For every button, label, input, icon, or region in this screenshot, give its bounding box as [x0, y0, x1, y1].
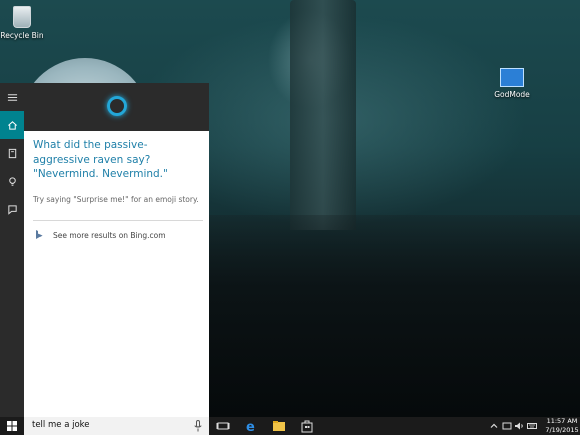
- tower: [290, 0, 356, 230]
- svg-text:e: e: [246, 420, 255, 433]
- desktop-icon-label: GodMode: [494, 90, 530, 99]
- taskbar: tell me a joke e 11:57 AM 7/19/2015: [0, 417, 580, 435]
- file-explorer-icon[interactable]: [272, 419, 286, 433]
- clock[interactable]: 11:57 AM 7/19/2015: [544, 417, 580, 434]
- home-icon: [7, 120, 17, 130]
- windows-logo-icon: [7, 421, 17, 431]
- edge-icon[interactable]: e: [244, 419, 258, 433]
- cortana-icon[interactable]: [107, 96, 127, 116]
- microphone-icon[interactable]: [194, 420, 202, 432]
- cortana-results: What did the passive-aggressive raven sa…: [24, 131, 209, 417]
- keyboard-icon[interactable]: [527, 421, 537, 431]
- hint-text: Try saying "Surprise me!" for an emoji s…: [33, 195, 199, 204]
- clock-time: 11:57 AM: [546, 417, 578, 425]
- cortana-header: [24, 83, 209, 131]
- bing-results-link[interactable]: See more results on Bing.com: [33, 229, 166, 241]
- lightbulb-icon: [8, 176, 16, 186]
- desktop-icon-godmode[interactable]: GodMode: [482, 68, 542, 99]
- recycle-bin-icon: [13, 6, 31, 28]
- chevron-up-icon[interactable]: [489, 421, 499, 431]
- bing-icon: [36, 230, 43, 239]
- task-view-icon[interactable]: [216, 419, 230, 433]
- search-query: tell me a joke: [32, 420, 90, 430]
- menu-button[interactable]: [0, 83, 24, 111]
- store-icon[interactable]: [300, 419, 314, 433]
- search-input[interactable]: tell me a joke: [24, 417, 209, 435]
- control-panel-icon: [500, 68, 524, 87]
- landscape: [209, 215, 580, 417]
- notebook-button[interactable]: [0, 139, 24, 167]
- clock-date: 7/19/2015: [545, 425, 579, 434]
- menu-icon: [7, 93, 17, 101]
- home-button[interactable]: [0, 111, 24, 139]
- start-button[interactable]: [0, 417, 24, 435]
- bing-link-label: See more results on Bing.com: [53, 230, 166, 240]
- tablet-mode-icon[interactable]: [502, 421, 512, 431]
- notebook-icon: [8, 148, 16, 158]
- speaker-icon[interactable]: [514, 421, 524, 431]
- feedback-icon: [7, 204, 17, 215]
- cortana-rail: [0, 83, 24, 417]
- divider: [33, 220, 203, 221]
- reminders-button[interactable]: [0, 167, 24, 195]
- feedback-button[interactable]: [0, 195, 24, 223]
- joke-answer: What did the passive-aggressive raven sa…: [33, 139, 168, 180]
- desktop-icon-recycle-bin[interactable]: Recycle Bin: [0, 6, 52, 40]
- desktop-icon-label: Recycle Bin: [0, 31, 44, 40]
